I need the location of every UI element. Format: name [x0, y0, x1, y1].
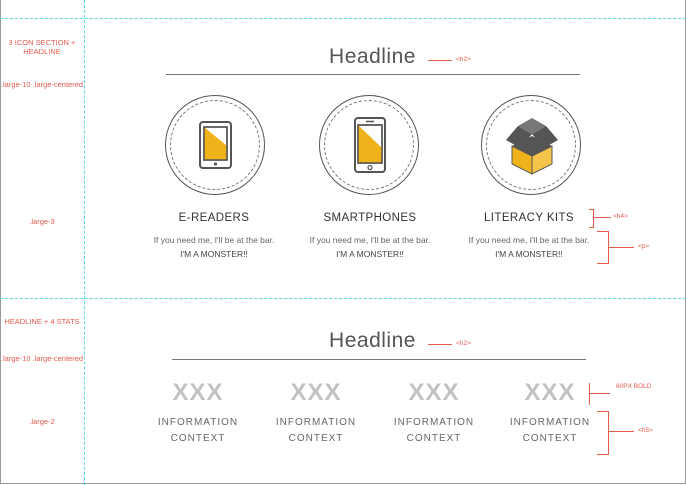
ereaders-desc-line1: If you need me, I'll be at the bar. [153, 235, 275, 245]
section2-rule [172, 359, 586, 360]
stat-label: INFORMATION CONTEXT [143, 415, 253, 447]
p-pointer [608, 247, 634, 248]
h5-tag: <h5> [638, 427, 653, 434]
ereaders-description: If you need me, I'll be at the bar. I'M … [139, 233, 289, 261]
h2-tag-2: <h2> [456, 340, 471, 347]
literacy-kits-circle [481, 95, 581, 195]
num-marker [589, 383, 590, 405]
stat-label-line1: INFORMATION [509, 417, 591, 428]
h5-pointer [608, 431, 634, 432]
tablet-icon [199, 121, 232, 169]
literacy-kits-description: If you need me, I'll be at the bar. I'M … [454, 233, 604, 261]
box-icon [506, 118, 558, 175]
ereaders-desc-line2: I'M A MONSTER!! [180, 249, 248, 259]
h2-pointer [428, 60, 452, 61]
stat-label-line2: CONTEXT [170, 433, 226, 444]
h2-pointer-2 [428, 344, 452, 345]
section1-rule [166, 74, 580, 75]
section1-column-label: .large-3 [29, 217, 55, 226]
stat-label: INFORMATION CONTEXT [261, 415, 371, 447]
section1-side-label: 3 ICON SECTION + HEADLINE [8, 38, 76, 56]
stat-value: XXX [290, 379, 342, 406]
column-guide [84, 0, 85, 485]
smartphones-title: SMARTPHONES [323, 212, 417, 224]
row-guide-middle [0, 298, 686, 299]
section2-column-label: .large-2 [29, 417, 55, 426]
stat-label-line2: CONTEXT [522, 433, 578, 444]
h5-bracket [597, 411, 609, 455]
smartphone-icon [354, 117, 386, 173]
section1-headline: Headline [329, 45, 416, 68]
smartphones-desc-line1: If you need me, I'll be at the bar. [309, 235, 431, 245]
h4-tag: <h4> [613, 213, 628, 220]
ereaders-title: E-READERS [178, 212, 250, 224]
literacy-kits-title: LITERACY KITS [484, 212, 574, 224]
stat-label-line1: INFORMATION [393, 417, 475, 428]
section2-grid-label: .large-10 .large-centered [0, 354, 84, 363]
stat-label-line1: INFORMATION [157, 417, 239, 428]
stat-label: INFORMATION CONTEXT [495, 415, 605, 447]
row-guide-top [0, 18, 686, 19]
h2-tag: <h2> [456, 56, 471, 63]
p-tag: <p> [638, 243, 650, 250]
smartphones-description: If you need me, I'll be at the bar. I'M … [295, 233, 445, 261]
literacy-kits-desc-line2: I'M A MONSTER!! [495, 249, 563, 259]
stat-label-line1: INFORMATION [275, 417, 357, 428]
smartphones-desc-line2: I'M A MONSTER!! [336, 249, 404, 259]
section2-headline: Headline [329, 329, 416, 352]
stat-label-line2: CONTEXT [288, 433, 344, 444]
stat-value: XXX [408, 379, 460, 406]
section1-grid-label: .large-10 .large-centered [0, 80, 84, 89]
stat-value: XXX [172, 379, 224, 406]
num-tag: 60PX BOLD [616, 383, 652, 390]
stat-label-line2: CONTEXT [406, 433, 462, 444]
h4-bracket [589, 209, 594, 228]
stat-label: INFORMATION CONTEXT [379, 415, 489, 447]
ereaders-circle [165, 95, 265, 195]
num-pointer [590, 393, 610, 394]
section2-side-label: HEADLINE + 4 STATS [4, 317, 80, 326]
literacy-kits-desc-line1: If you need me, I'll be at the bar. [468, 235, 590, 245]
smartphones-circle [319, 95, 419, 195]
h4-pointer [593, 217, 611, 218]
